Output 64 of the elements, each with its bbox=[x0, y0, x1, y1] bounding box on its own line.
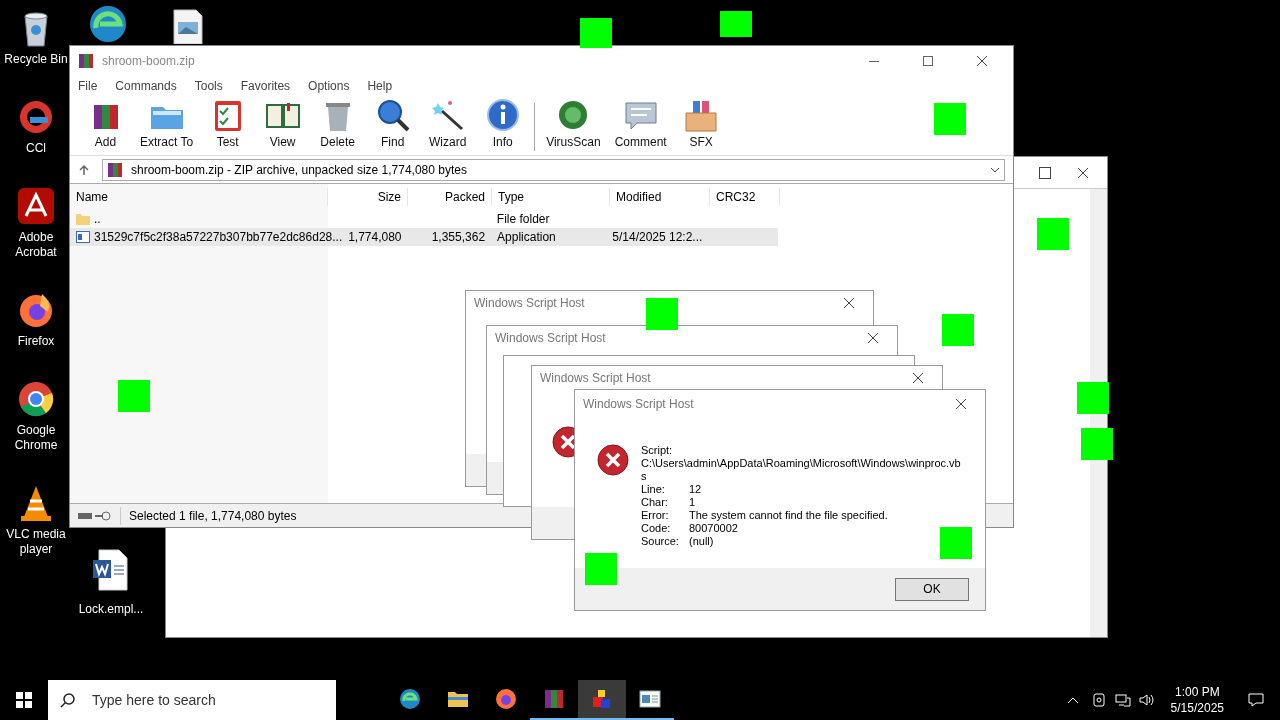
clock-date: 5/15/2025 bbox=[1170, 700, 1224, 716]
toolbar-button[interactable]: SFX bbox=[673, 97, 729, 151]
field-value: (null) bbox=[689, 535, 714, 548]
toolbar-button[interactable]: Delete bbox=[310, 97, 366, 151]
toolbar-button[interactable]: View bbox=[255, 97, 311, 151]
status-text: Selected 1 file, 1,774,080 bytes bbox=[120, 506, 297, 525]
field-label: Error: bbox=[641, 509, 670, 522]
address-bar[interactable]: shroom-boom.zip - ZIP archive, unpacked size 1,774,080 bytes bbox=[102, 158, 1005, 181]
field-label: Code: bbox=[641, 522, 672, 535]
menu-item[interactable]: Help bbox=[367, 77, 393, 95]
table-cell-text: 5/14/2025 12:2... bbox=[612, 229, 703, 246]
table-cell-text: .. bbox=[94, 211, 101, 228]
field-label: Source: bbox=[641, 535, 680, 548]
menu-item[interactable]: Favorites bbox=[240, 77, 291, 95]
window-title: shroom-boom.zip bbox=[102, 53, 196, 70]
file-row[interactable]: .. File folder bbox=[70, 210, 778, 228]
column-header[interactable]: Type bbox=[492, 188, 610, 206]
desktop-icon-label[interactable]: VLC media player bbox=[3, 527, 69, 557]
table-cell-text: 1,774,080 bbox=[348, 229, 402, 246]
clock[interactable]: 1:00 PM 5/15/2025 bbox=[1162, 684, 1232, 716]
desktop-icon-label[interactable]: Firefox bbox=[3, 334, 69, 349]
script-label: Script: bbox=[641, 444, 674, 457]
toolbar-button[interactable]: VirusScan bbox=[539, 97, 608, 151]
toolbar-button[interactable]: Find bbox=[365, 97, 421, 151]
dialog-title: Windows Script Host bbox=[474, 295, 585, 312]
menu-item[interactable]: Options bbox=[308, 77, 350, 95]
desktop-icon-label[interactable]: Lock.empl... bbox=[78, 600, 144, 618]
dialog-title: Windows Script Host bbox=[540, 370, 651, 387]
desktop-icon-label[interactable]: Recycle Bin bbox=[3, 52, 69, 67]
field-label: Line: bbox=[641, 483, 666, 496]
address-text: shroom-boom.zip - ZIP archive, unpacked size 1,774,080 bytes bbox=[131, 161, 468, 179]
ok-button[interactable]: OK bbox=[895, 577, 969, 601]
desktop-icon-label[interactable]: Google Chrome bbox=[3, 423, 69, 453]
search-field[interactable]: Type here to search bbox=[48, 680, 336, 720]
dialog-title: Windows Script Host bbox=[495, 330, 606, 347]
dialog-title: Windows Script Host bbox=[583, 396, 694, 413]
field-value: 80070002 bbox=[689, 522, 738, 535]
column-header[interactable]: Modified bbox=[610, 188, 710, 206]
menu-item[interactable]: Tools bbox=[194, 77, 223, 95]
toolbar-button[interactable]: Add bbox=[78, 97, 133, 151]
toolbar-button[interactable]: Comment bbox=[607, 97, 674, 151]
file-row[interactable]: 31529c7f5c2f38a57227b307bb77e2dc86d28... 1,774,080 1,355,362 Application 5/14/2025 12:2... bbox=[70, 228, 778, 246]
table-cell-text: 1,355,362 bbox=[431, 229, 486, 246]
table-cell-text: 31529c7f5c2f38a57227b307bb77e2dc86d28... bbox=[94, 229, 343, 246]
toolbar-button[interactable]: Test bbox=[200, 97, 256, 151]
column-header[interactable]: Name bbox=[70, 188, 328, 206]
field-value: The system cannot find the file specified. bbox=[689, 509, 888, 522]
menu-item[interactable]: Commands bbox=[115, 77, 177, 95]
field-label: Char: bbox=[641, 496, 669, 509]
column-header[interactable]: Packed bbox=[408, 188, 492, 206]
table-cell-text: Application bbox=[497, 229, 556, 246]
field-value: 1 bbox=[689, 496, 696, 509]
menu-item[interactable]: File bbox=[78, 77, 98, 95]
column-header[interactable]: Size bbox=[328, 188, 408, 206]
script-path: C:\Users\admin\AppData\Roaming\Microsoft\Windows\winproc.vbs bbox=[641, 457, 961, 483]
desktop-icon-label[interactable]: CCl bbox=[3, 141, 69, 156]
field-value: 12 bbox=[689, 483, 702, 496]
toolbar-button[interactable]: Extract To bbox=[133, 97, 201, 151]
table-cell-text: File folder bbox=[496, 211, 550, 228]
toolbar-button[interactable]: Info bbox=[475, 97, 531, 151]
toolbar-button[interactable]: Wizard bbox=[420, 97, 476, 151]
clock-time: 1:00 PM bbox=[1174, 684, 1220, 700]
desktop-icon-label[interactable]: Adobe Acrobat bbox=[3, 230, 69, 260]
column-header[interactable]: CRC32 bbox=[710, 188, 780, 206]
